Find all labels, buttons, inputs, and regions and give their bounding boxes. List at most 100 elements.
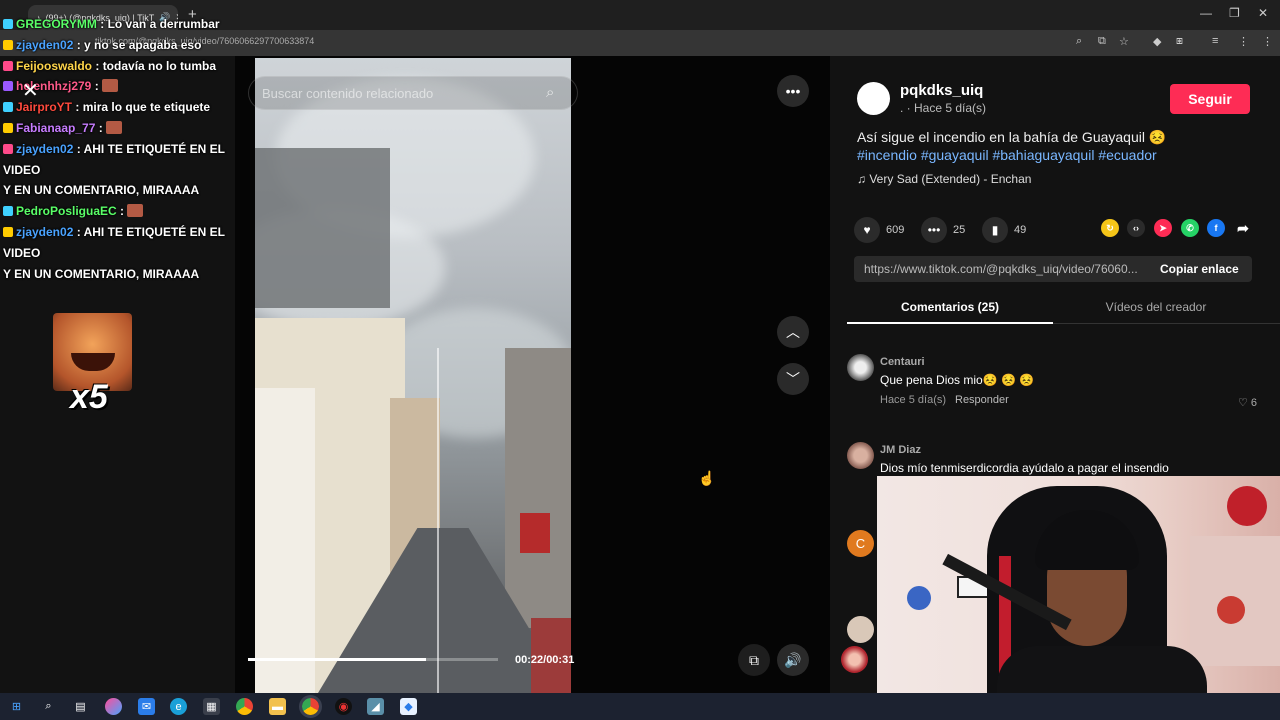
chat-text: : Lo van a derrumbar — [100, 17, 220, 31]
app-icon[interactable]: ◆ — [400, 698, 417, 715]
comment-author[interactable]: Centauri — [880, 356, 925, 368]
chat-username: zjayden02 — [16, 224, 74, 239]
volume-button[interactable]: 🔊 — [777, 644, 809, 676]
chat-badge-icon — [3, 19, 13, 29]
video-time: 00:22/00:31 — [515, 654, 575, 666]
video-player[interactable] — [255, 58, 571, 693]
comment-time: Hace 5 día(s) — [880, 394, 947, 406]
chrome-icon[interactable] — [236, 698, 253, 715]
save-count: 49 — [1014, 224, 1027, 236]
task-view-icon[interactable]: ▤ — [72, 698, 89, 715]
repost-icon[interactable]: ↻ — [1101, 219, 1119, 237]
music-link[interactable]: ♫ Very Sad (Extended) - Enchan — [857, 172, 1031, 186]
chat-message: GREGORYMM : Lo van a derrumbar — [0, 14, 252, 35]
send-icon[interactable]: ➤ — [1154, 219, 1172, 237]
comment-avatar[interactable] — [847, 616, 874, 643]
chat-badge-icon — [3, 122, 13, 133]
creator-avatar[interactable] — [857, 82, 890, 115]
hashtag-link[interactable]: #guayaquil — [921, 147, 989, 163]
search-icon[interactable]: ⌕ — [546, 84, 554, 101]
chat-text: : todavía no lo tumba — [95, 58, 217, 73]
chat-text: : — [98, 120, 103, 135]
post-link[interactable]: https://www.tiktok.com/@pqkdks_uiq/video… — [864, 262, 1146, 276]
tab-comments[interactable]: Comentarios (25) — [847, 300, 1053, 314]
like-count: 609 — [886, 224, 905, 236]
chat-username: JairproYT — [16, 100, 73, 115]
creator-username[interactable]: pqkdks_uiq — [900, 82, 983, 99]
like-stat[interactable]: ♥ 609 — [854, 217, 904, 243]
close-window-button[interactable]: ✕ — [1258, 6, 1268, 20]
reply-button[interactable]: Responder — [955, 394, 1009, 406]
store-icon[interactable]: ▦ — [203, 698, 220, 715]
media-icon[interactable]: ≡ — [1212, 35, 1218, 47]
close-video-icon[interactable]: ✕ — [22, 78, 46, 102]
ellipsis-icon: ••• — [785, 83, 801, 99]
copy-link-button[interactable]: Copiar enlace — [1160, 262, 1239, 276]
windows-start-icon[interactable]: ⊞ — [8, 698, 25, 715]
hashtag-link[interactable]: #ecuador — [1098, 147, 1156, 163]
zoom-icon[interactable]: ⌕ — [1076, 35, 1082, 48]
hashtag-link[interactable]: #bahiaguayaquil — [992, 147, 1094, 163]
obs-icon[interactable]: ◉ — [335, 698, 352, 715]
volume-icon: 🔊 — [784, 651, 802, 668]
previous-video-button[interactable]: ︿ — [777, 316, 809, 348]
comment-count: 25 — [953, 224, 966, 236]
user-avatar[interactable] — [841, 646, 868, 673]
pip-button[interactable]: ⧉ — [738, 644, 770, 676]
caption-text: Así sigue el incendio en la bahía de Gua… — [857, 129, 1167, 145]
more-options-button[interactable]: ••• — [777, 75, 809, 107]
chat-emote-icon — [102, 79, 119, 93]
comment-author[interactable]: JM Diaz — [880, 444, 921, 456]
more-icon[interactable]: ⋮ — [1262, 35, 1273, 48]
folder-icon[interactable]: ▬ — [269, 698, 286, 715]
facebook-icon[interactable]: f — [1207, 219, 1225, 237]
chat-message: zjayden02 : AHI TE ETIQUETÉ EN EL VIDEO — [0, 139, 252, 181]
mail-icon[interactable]: ✉ — [138, 698, 155, 715]
next-video-button[interactable]: ﹀ — [777, 363, 809, 395]
chat-text: : — [94, 79, 99, 94]
comment-avatar[interactable] — [847, 354, 874, 381]
chat-username: Feijooswaldo — [16, 58, 93, 73]
edge-icon[interactable]: e — [170, 698, 187, 715]
comment-like-count: 6 — [1250, 397, 1258, 409]
chat-badge-icon — [3, 226, 13, 237]
puzzle-icon[interactable]: ⧆ — [1176, 35, 1183, 48]
comment-avatar[interactable] — [847, 442, 874, 469]
extension-icon[interactable]: ◆ — [1153, 35, 1161, 48]
comment-like-button[interactable]: ♡ 6 — [1238, 396, 1257, 409]
install-icon[interactable]: ⧉ — [1098, 35, 1106, 48]
video-progress-bar[interactable] — [248, 658, 498, 661]
bookmark-star-icon[interactable]: ☆ — [1119, 35, 1129, 48]
comment-stat[interactable]: ••• 25 — [921, 217, 965, 243]
chat-username: zjayden02 — [16, 141, 74, 156]
chat-username: zjayden02 — [16, 37, 74, 52]
chat-badge-icon — [3, 206, 13, 217]
chat-text: Y EN UN COMENTARIO, MIRAAAA — [3, 266, 200, 281]
chat-text: : mira lo que te etiquete — [75, 100, 211, 115]
comment-avatar[interactable]: C — [847, 530, 874, 557]
save-stat[interactable]: ▮ 49 — [982, 217, 1026, 243]
minimize-button[interactable]: — — [1200, 6, 1212, 20]
search-taskbar-icon[interactable]: ⌕ — [40, 698, 57, 715]
menu-icon[interactable]: ⋮ — [1238, 35, 1249, 48]
copilot-icon[interactable] — [105, 698, 122, 715]
heart-outline-icon: ♡ — [1238, 397, 1251, 409]
heart-icon: ♥ — [854, 217, 880, 243]
chevron-up-icon: ︿ — [786, 324, 800, 340]
search-input[interactable]: Buscar contenido relacionado — [248, 76, 578, 110]
hashtag-link[interactable]: #incendio — [857, 147, 917, 163]
chrome-active-icon[interactable] — [299, 695, 322, 718]
embed-icon[interactable]: ‹› — [1127, 219, 1145, 237]
chat-username: Fabianaap_77 — [16, 120, 96, 135]
chat-text: : — [120, 204, 125, 219]
follow-button[interactable]: Seguir — [1170, 84, 1250, 114]
app-icon[interactable]: ◢ — [367, 698, 384, 715]
whatsapp-icon[interactable]: ✆ — [1181, 219, 1199, 237]
music-title: Very Sad (Extended) - Enchan — [869, 172, 1032, 186]
chat-message: Y EN UN COMENTARIO, MIRAAAA — [0, 180, 252, 201]
tab-creator-videos[interactable]: Vídeos del creador — [1053, 300, 1259, 314]
share-arrow-icon[interactable]: ➦ — [1234, 219, 1252, 237]
restore-button[interactable]: ❐ — [1229, 6, 1240, 20]
chat-text: : y no se apagaba eso — [76, 37, 202, 52]
stream-chat-overlay: GREGORYMM : Lo van a derrumbar zjayden02 … — [0, 14, 252, 284]
